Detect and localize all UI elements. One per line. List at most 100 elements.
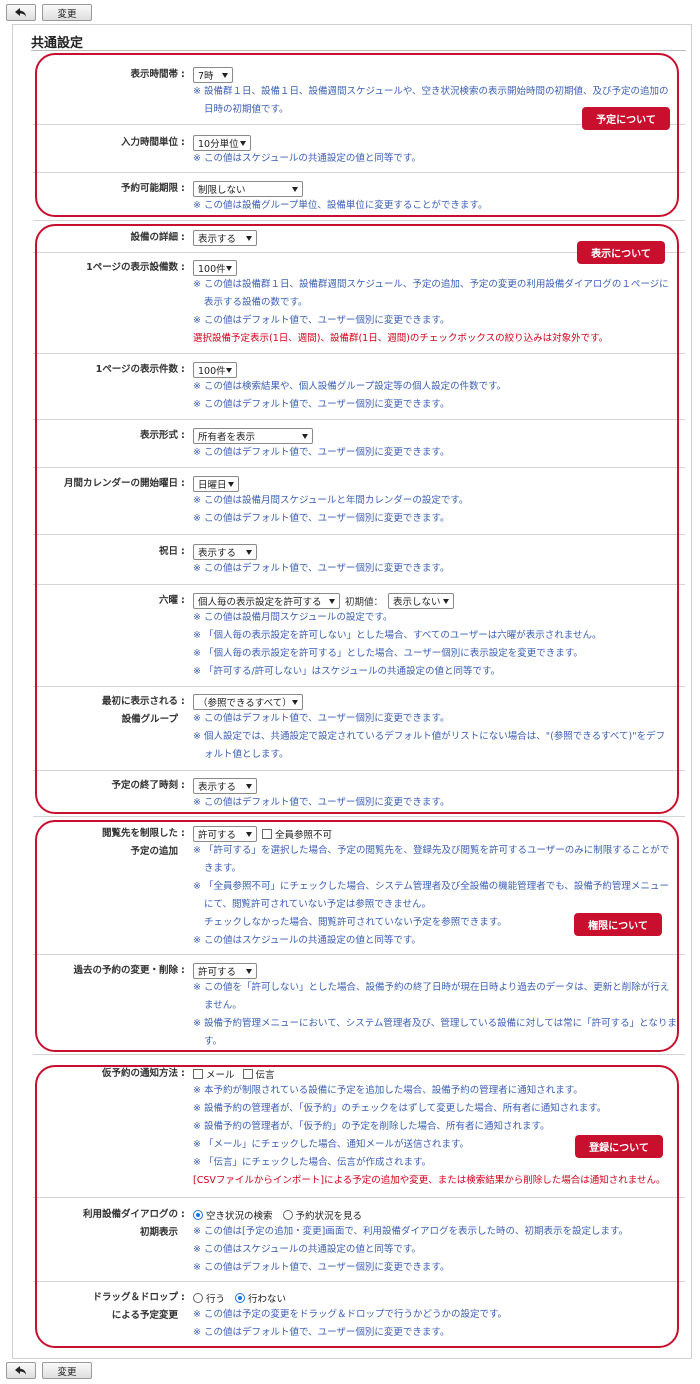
label-dialog-initial-line2: 初期表示 [139, 1227, 178, 1238]
dialog-search-radio[interactable] [193, 1209, 203, 1220]
back-button-bottom[interactable] [6, 1362, 36, 1379]
note: ※ この値はデフォルト値で、ユーザー個別に変更できます。 [193, 797, 450, 808]
row-rokuyo: 六曜 : 個人毎の表示設定を許可する 初期値： 表示しない ※ この値は設備月間… [33, 585, 685, 687]
label-end-time: 予定の終了時刻 [111, 780, 178, 791]
note: ※ この値は検索結果や、個人設備グループ設定等の個人設定の件数です。 [193, 381, 507, 392]
notify-mail-option[interactable]: メール [193, 1067, 235, 1081]
row-first-group: 最初に表示される 設備グループ : （参照できるすべて） ※ この値はデフォルト… [33, 687, 685, 771]
top-toolbar: 変更 [6, 4, 92, 22]
note: ※ 設備予約の管理者が、「仮予約」のチェックをはずして変更した場合、所有者に通知… [193, 1103, 607, 1114]
label-tentative-notification: 仮予約の通知方法 [101, 1068, 178, 1079]
note: ※ この値はスケジュールの共通設定の値と同等です。 [193, 1244, 421, 1255]
dialog-search-label: 空き状況の検索 [206, 1210, 273, 1222]
notify-message-option[interactable]: 伝言 [242, 1067, 275, 1081]
row-drag-drop: ドラッグ＆ドロップ による予定変更 : 行う 行わない ※ この値は予定の変更を… [33, 1282, 685, 1346]
drag-drop-yes-radio[interactable] [193, 1292, 203, 1303]
notify-message-checkbox[interactable] [242, 1068, 253, 1079]
note: ※ この値はデフォルト値で、ユーザー個別に変更できます。 [193, 563, 450, 574]
note: ォルト値とします。 [204, 749, 289, 760]
note: す。 [204, 1036, 223, 1047]
note: きます。 [204, 863, 242, 874]
bottom-toolbar: 変更 [6, 1362, 92, 1380]
back-button[interactable] [6, 4, 36, 21]
change-button[interactable]: 変更 [42, 4, 92, 21]
note: ※ この値はデフォルト値で、ユーザー個別に変更できます。 [193, 513, 450, 524]
drag-drop-no-option[interactable]: 行わない [235, 1291, 286, 1305]
label-equipment-per-page: 1ページの表示設備数 [86, 262, 178, 273]
label-items-per-page: 1ページの表示件数 [95, 364, 178, 375]
note: ※ 「許可する/許可しない」はスケジュールの共通設定の値と同等です。 [193, 666, 501, 677]
settings-panel: 共通設定 表示時間帯 : 7時 ※ 設備群１日、設備１日、設備週間スケジュールや… [12, 24, 692, 1359]
drag-drop-yes-label: 行う [206, 1293, 226, 1305]
change-button-bottom[interactable]: 変更 [42, 1362, 92, 1379]
row-calendar-start-day: 月間カレンダーの開始曜日 : 日曜日 ※ この値は設備月間スケジュールと年間カレ… [33, 468, 685, 535]
dialog-status-option[interactable]: 予約状況を見る [282, 1208, 362, 1222]
label-drag-drop-line1: ドラッグ＆ドロップ [92, 1292, 178, 1303]
all-no-view-option[interactable]: 全員参照不可 [262, 827, 332, 841]
note: ※ この値は設備グループ単位、設備単位に変更することができます。 [193, 200, 488, 211]
all-no-view-checkbox[interactable] [262, 828, 272, 839]
note: 表示する設備の数です。 [204, 297, 308, 308]
note: ※ この値はスケジュールの共通設定の値と同等です。 [193, 153, 421, 164]
notify-message-label: 伝言 [255, 1069, 275, 1081]
note: ※ 「全員参照不可」にチェックした場合、システム管理者及び全設備の機能管理者でも… [193, 881, 669, 892]
rokuyo-initial-select[interactable]: 表示しない [388, 592, 455, 609]
note: ※ この値はデフォルト値で、ユーザー個別に変更できます。 [193, 1327, 450, 1338]
row-reservation-limit: 予約可能期限 : 制限しない ※ この値は設備グループ単位、設備単位に変更するこ… [33, 173, 685, 221]
label-rokuyo: 六曜 [158, 595, 178, 606]
row-input-time-unit: 入力時間単位 : 10分単位 ※ この値はスケジュールの共通設定の値と同等です。 [33, 125, 685, 173]
label-input-time-unit: 入力時間単位 [120, 137, 178, 148]
items-per-page-select[interactable]: 100件 [193, 361, 237, 378]
all-no-view-label: 全員参照不可 [275, 829, 333, 841]
note: ※ この値は[予定の追加・変更]画面で、利用設備ダイアログを表示した時の、初期表… [193, 1226, 629, 1237]
label-reservation-limit: 予約可能期限 [120, 183, 178, 194]
notify-mail-checkbox[interactable] [193, 1068, 203, 1079]
callout-registration: 登録について [575, 1135, 663, 1158]
row-items-per-page: 1ページの表示件数 : 100件 ※ この値は検索結果や、個人設備グループ設定等… [33, 354, 685, 420]
display-format-select[interactable]: 所有者を表示 [193, 427, 313, 444]
note: ※ この値はデフォルト値で、ユーザー個別に変更できます。 [193, 447, 450, 458]
calendar-start-day-select[interactable]: 日曜日 [193, 475, 239, 492]
reservation-limit-select[interactable]: 制限しない [193, 180, 303, 197]
equipment-per-page-select[interactable]: 100件 [193, 259, 237, 276]
dialog-search-option[interactable]: 空き状況の検索 [193, 1208, 273, 1222]
drag-drop-no-label: 行わない [248, 1293, 287, 1305]
callout-permission: 権限について [574, 913, 662, 936]
row-equipment-per-page: 1ページの表示設備数 : 100件 ※ この値は設備群１日、設備群週間スケジュー… [33, 253, 685, 354]
note: ※ 「個人毎の表示設定を許可しない」とした場合、すべてのユーザーは六曜が表示され… [193, 630, 602, 641]
notify-mail-label: メール [206, 1069, 235, 1081]
note: ※ この値はデフォルト値で、ユーザー個別に変更できます。 [193, 713, 450, 724]
label-first-group-line1: 最初に表示される [101, 696, 178, 707]
label-equipment-details: 設備の詳細 [130, 232, 178, 243]
note: ※ 個人設定では、共通設定で設定されているデフォルト値がリストにない場合は、"(… [193, 731, 666, 742]
warning-note: 選択設備予定表示(1日、週間)、設備群(1日、週間)のチェックボックスの絞り込み… [193, 333, 609, 344]
drag-drop-yes-option[interactable]: 行う [193, 1291, 225, 1305]
equipment-details-select[interactable]: 表示する [193, 229, 257, 246]
label-restricted-viewers-line1: 閲覧先を制限した [101, 828, 178, 839]
note: ※ この値は設備群１日、設備群週間スケジュール、予定の追加、予定の変更の利用設備… [193, 279, 669, 290]
past-changes-select[interactable]: 許可する [193, 962, 257, 979]
display-time-zone-select[interactable]: 7時 [193, 66, 233, 83]
label-holidays: 祝日 [158, 546, 178, 557]
note: ※ この値を「許可しない」とした場合、設備予約の終了日時が現在日時より過去のデー… [193, 982, 670, 993]
note: ※ 「個人毎の表示設定を許可する」とした場合、ユーザー個別に表示設定を変更できま… [193, 648, 583, 659]
rokuyo-initial-label: 初期値： [345, 596, 384, 608]
restricted-viewers-select[interactable]: 許可する [193, 825, 257, 842]
label-display-format: 表示形式 [139, 430, 178, 441]
note: ※ この値は設備月間スケジュールと年間カレンダーの設定です。 [193, 495, 469, 506]
first-group-select[interactable]: （参照できるすべて） [193, 693, 303, 710]
holidays-select[interactable]: 表示する [193, 543, 257, 560]
dialog-status-radio[interactable] [282, 1209, 293, 1220]
back-arrow-icon [15, 7, 26, 17]
row-dialog-initial: 利用設備ダイアログの 初期表示 : 空き状況の検索 予約状況を見る ※ この値は… [33, 1198, 685, 1282]
note: ※ この値は予定の変更をドラッグ＆ドロップで行うかどうかの設定です。 [193, 1309, 508, 1320]
input-time-unit-select[interactable]: 10分単位 [193, 134, 251, 151]
row-past-changes: 過去の予約の変更・削除 : 許可する ※ この値を「許可しない」とした場合、設備… [33, 955, 685, 1055]
end-time-select[interactable]: 表示する [193, 777, 257, 794]
label-first-group-line2: 設備グループ [121, 714, 178, 725]
drag-drop-no-radio[interactable] [235, 1292, 246, 1303]
label-past-changes: 過去の予約の変更・削除 [73, 965, 178, 976]
label-display-time-zone: 表示時間帯 [130, 69, 178, 80]
callout-schedule: 予定について [582, 107, 670, 130]
rokuyo-select[interactable]: 個人毎の表示設定を許可する [193, 592, 340, 609]
